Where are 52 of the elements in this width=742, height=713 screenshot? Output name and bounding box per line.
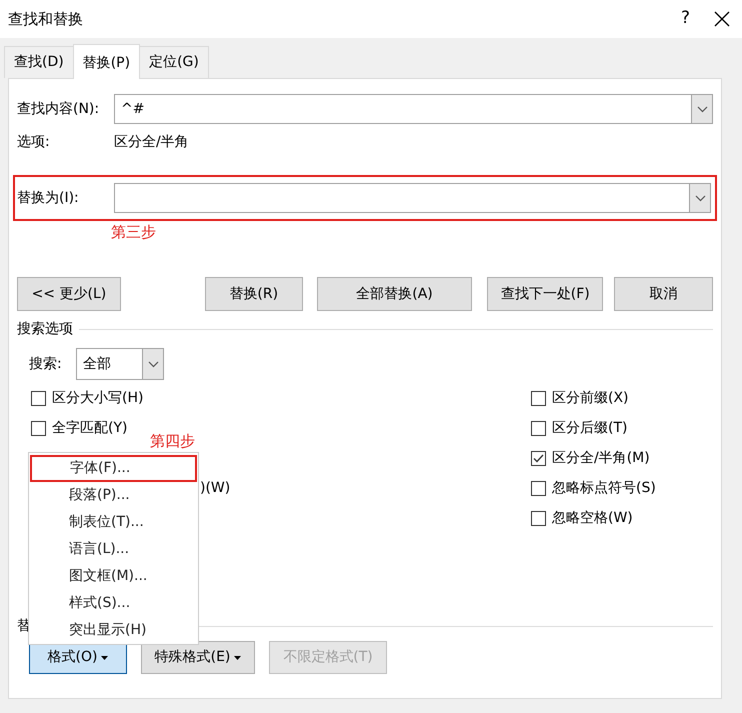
close-icon[interactable] [714, 11, 730, 27]
dropdown-button[interactable] [689, 184, 710, 212]
menu-item[interactable]: 样式(S)... [29, 590, 198, 617]
checkbox-label: 区分前缀(X) [552, 388, 629, 408]
menu-item[interactable]: 图文框(M)... [29, 563, 198, 590]
search-label: 搜索: [29, 354, 63, 374]
tab[interactable]: 定位(G) [139, 46, 209, 78]
checkbox[interactable] [531, 450, 546, 466]
tab[interactable]: 替换(P) [72, 44, 140, 79]
text-field[interactable]: ^# [114, 94, 713, 124]
checkbox-label: )(W) [200, 478, 230, 498]
field-label: 替换为(I): [17, 188, 80, 208]
checkbox[interactable] [31, 420, 46, 436]
chevron-icon [694, 194, 706, 202]
menu-item[interactable]: 段落(P)... [29, 482, 198, 509]
annotation-text: 第三步 [111, 222, 157, 241]
dropdown-button[interactable] [142, 349, 163, 379]
dialog-button[interactable]: 全部替换(A) [316, 277, 472, 311]
options-value: 区分全/半角 [114, 133, 189, 152]
checkbox[interactable] [531, 390, 546, 406]
dialog-button[interactable]: 取消 [614, 277, 713, 311]
menu-item[interactable]: 语言(L)... [29, 536, 198, 563]
window-title: 查找和替换 [8, 8, 84, 30]
checkbox[interactable] [31, 390, 46, 406]
dropdown-button[interactable] [691, 95, 712, 123]
checkbox[interactable] [531, 510, 546, 526]
section-title: 搜索选项 [17, 320, 73, 339]
text-field[interactable] [114, 183, 711, 213]
checkbox-label: 全字匹配(Y) [52, 418, 128, 438]
checkbox-label: 区分全/半角(M) [552, 448, 650, 468]
less-button[interactable]: << 更少(L) [17, 277, 121, 311]
menu-item[interactable]: 突出显示(H) [29, 617, 198, 644]
search-select[interactable]: 全部 [76, 348, 164, 380]
format-button: 不限定格式(T) [269, 641, 387, 674]
checkbox[interactable] [531, 420, 546, 436]
chevron-icon [696, 106, 708, 112]
chevron-icon [148, 360, 158, 368]
checkbox[interactable] [531, 480, 546, 496]
checkbox-label: 忽略空格(W) [552, 508, 633, 528]
annotation-text: 第四步 [150, 434, 195, 449]
checkbox-label: 区分大小写(H) [52, 388, 144, 408]
menu-item[interactable]: 字体(F)... [30, 455, 197, 482]
options-label: 选项: [17, 133, 51, 152]
dialog-button[interactable]: 替换(R) [204, 277, 303, 311]
menu-item[interactable]: 制表位(T)... [29, 509, 198, 536]
checkbox-label: 区分后缀(T) [552, 418, 628, 438]
dialog-button[interactable]: 查找下一处(F) [487, 277, 604, 311]
tab[interactable]: 查找(D) [4, 46, 74, 78]
field-label: 查找内容(N): [17, 100, 100, 118]
format-button[interactable]: 特殊格式(E) [141, 641, 255, 674]
help-button[interactable]: ? [680, 6, 690, 32]
checkbox-label: 忽略标点符号(S) [552, 478, 656, 498]
